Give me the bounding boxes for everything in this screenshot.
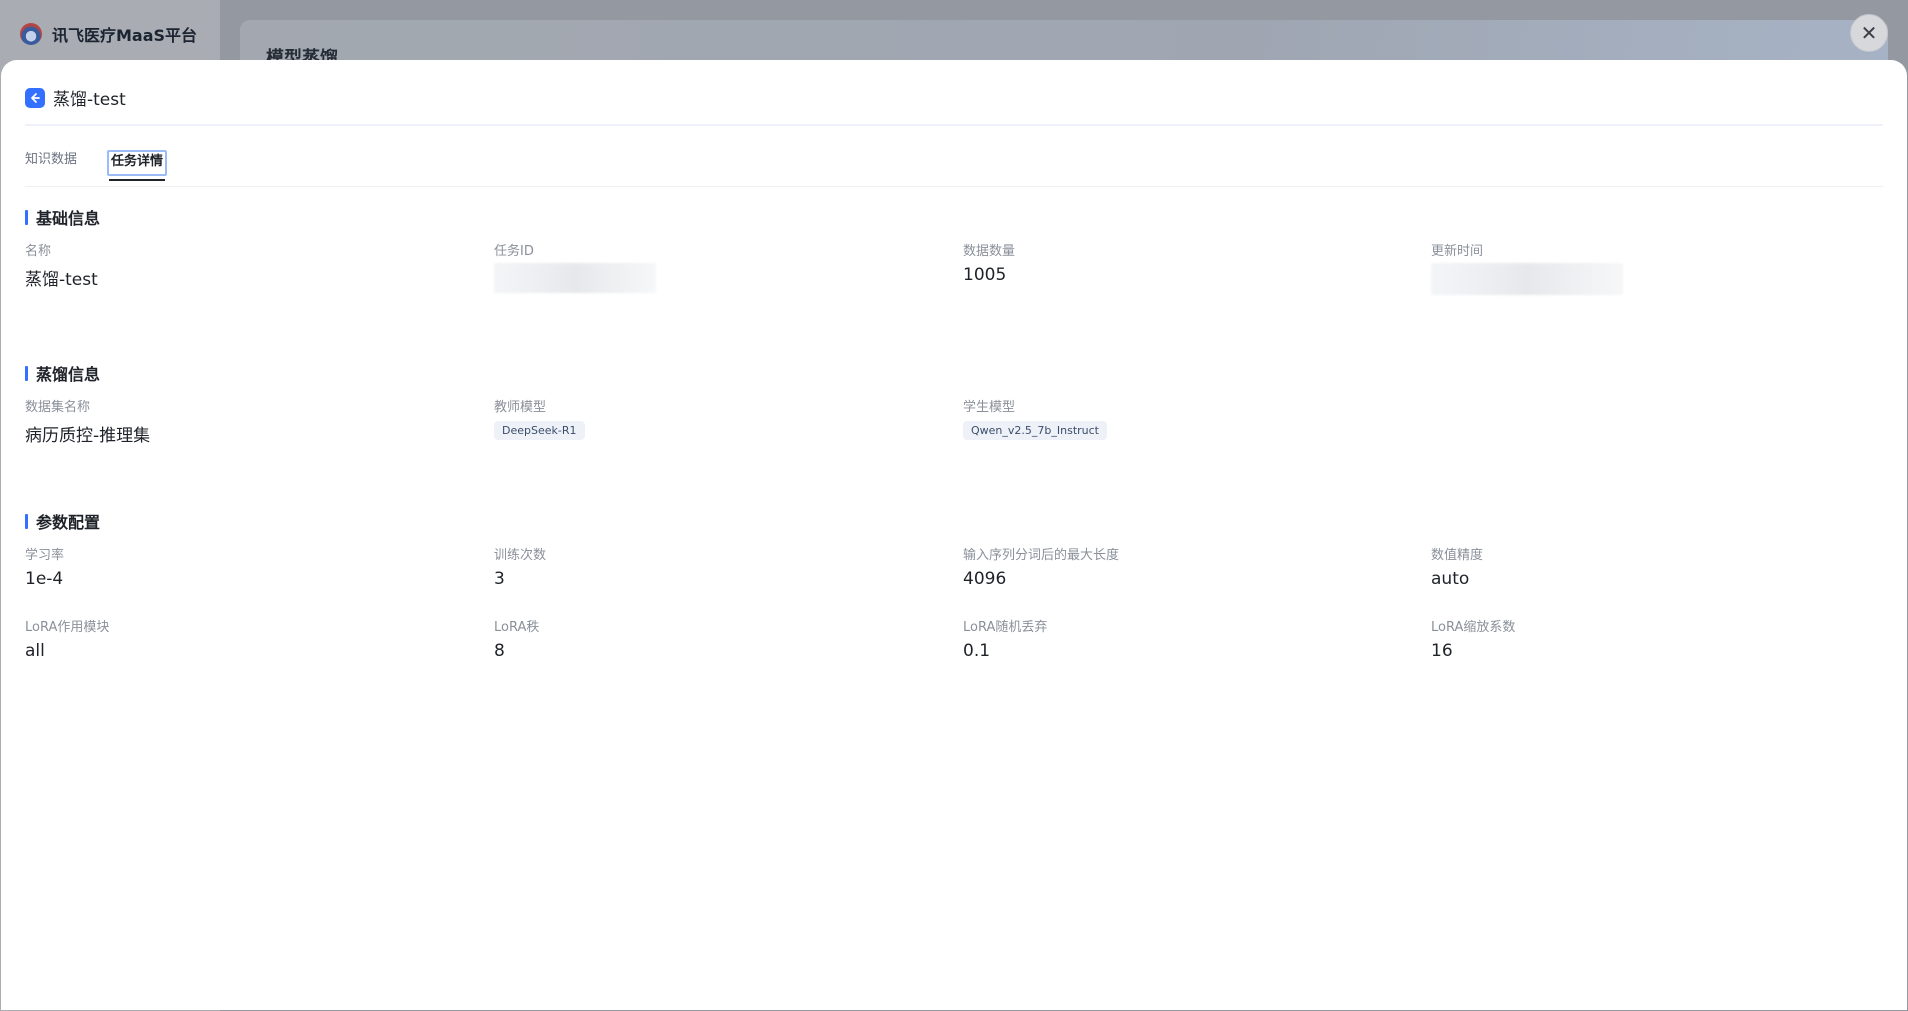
field-label: 数值精度 xyxy=(1431,548,1484,563)
field-label: 教师模型 xyxy=(494,400,547,415)
close-button[interactable]: ✕ xyxy=(1850,14,1888,52)
section-bar xyxy=(25,513,28,529)
param-lora-alpha: LoRA缩放系数 16 xyxy=(1431,616,1515,661)
brand-logo-icon xyxy=(20,23,42,45)
panel-title: 蒸馏-test xyxy=(53,90,126,110)
field-update-time: 更新时间 xyxy=(1431,240,1623,295)
param-lora-dropout: LoRA随机丢弃 0.1 xyxy=(963,616,1047,661)
field-label: 学生模型 xyxy=(963,400,1016,415)
field-task-id: 任务ID xyxy=(494,240,656,293)
section-bar xyxy=(25,209,28,225)
field-dataset: 数据集名称 病历质控-推理集 xyxy=(25,396,150,446)
redacted-value xyxy=(494,263,656,293)
section-basic-info: 基础信息 xyxy=(25,205,100,229)
field-value: 16 xyxy=(1431,641,1453,661)
field-label: 输入序列分词后的最大长度 xyxy=(963,548,1120,563)
section-params: 参数配置 xyxy=(25,509,100,533)
panel-header: 蒸馏-test xyxy=(25,85,126,110)
field-value: all xyxy=(25,641,45,661)
param-learning-rate: 学习率 1e-4 xyxy=(25,544,64,589)
field-value: 4096 xyxy=(963,569,1007,589)
field-label: 任务ID xyxy=(494,244,534,259)
tab-bar: 知识数据 任务详情 xyxy=(25,150,168,181)
param-max-length: 输入序列分词后的最大长度 4096 xyxy=(963,544,1119,589)
param-epochs: 训练次数 3 xyxy=(494,544,546,589)
field-label: LoRA随机丢弃 xyxy=(963,620,1048,635)
field-label: LoRA作用模块 xyxy=(25,620,110,635)
field-value: 1e-4 xyxy=(25,569,64,589)
field-label: LoRA缩放系数 xyxy=(1431,620,1516,635)
section-heading: 基础信息 xyxy=(36,209,101,228)
section-bar xyxy=(25,365,28,381)
field-data-count: 数据数量 1005 xyxy=(963,240,1015,285)
header-divider xyxy=(25,124,1883,126)
arrow-left-icon xyxy=(31,92,40,103)
close-icon: ✕ xyxy=(1860,21,1878,45)
field-label: LoRA秩 xyxy=(494,620,540,635)
field-label: 更新时间 xyxy=(1431,244,1484,259)
field-label: 训练次数 xyxy=(494,548,547,563)
tab-knowledge-data[interactable]: 知识数据 xyxy=(25,150,77,180)
field-value: 8 xyxy=(494,641,505,661)
tabs-divider xyxy=(25,186,1883,187)
field-value: 3 xyxy=(494,569,505,589)
param-lora-rank: LoRA秩 8 xyxy=(494,616,539,661)
section-distill-info: 蒸馏信息 xyxy=(25,361,100,385)
student-model-tag: Qwen_v2.5_7b_Instruct xyxy=(963,421,1107,440)
field-value: 0.1 xyxy=(963,641,991,661)
field-label: 数据数量 xyxy=(963,244,1016,259)
field-label: 数据集名称 xyxy=(25,400,91,415)
brand-name: 讯飞医疗MaaS平台 xyxy=(52,26,198,45)
field-label: 名称 xyxy=(25,244,52,259)
brand-logo: 讯飞医疗MaaS平台 xyxy=(20,22,197,46)
teacher-model-tag: DeepSeek-R1 xyxy=(494,421,585,440)
field-name: 名称 蒸馏-test xyxy=(25,240,98,290)
field-student-model: 学生模型 Qwen_v2.5_7b_Instruct xyxy=(963,396,1107,440)
field-value: 病历质控-推理集 xyxy=(25,426,151,446)
field-label: 学习率 xyxy=(25,548,65,563)
back-button[interactable] xyxy=(25,87,45,108)
param-lora-target: LoRA作用模块 all xyxy=(25,616,109,661)
section-heading: 参数配置 xyxy=(36,513,101,532)
field-value: 蒸馏-test xyxy=(25,270,98,290)
redacted-value xyxy=(1431,263,1623,295)
tab-task-detail[interactable]: 任务详情 xyxy=(107,150,168,181)
field-value: auto xyxy=(1431,569,1470,589)
task-detail-panel: 蒸馏-test 知识数据 任务详情 基础信息 名称 蒸馏-test 任务ID 数… xyxy=(1,60,1907,1010)
section-heading: 蒸馏信息 xyxy=(36,365,101,384)
field-teacher-model: 教师模型 DeepSeek-R1 xyxy=(494,396,585,440)
field-value: 1005 xyxy=(963,265,1007,285)
param-precision: 数值精度 auto xyxy=(1431,544,1483,589)
